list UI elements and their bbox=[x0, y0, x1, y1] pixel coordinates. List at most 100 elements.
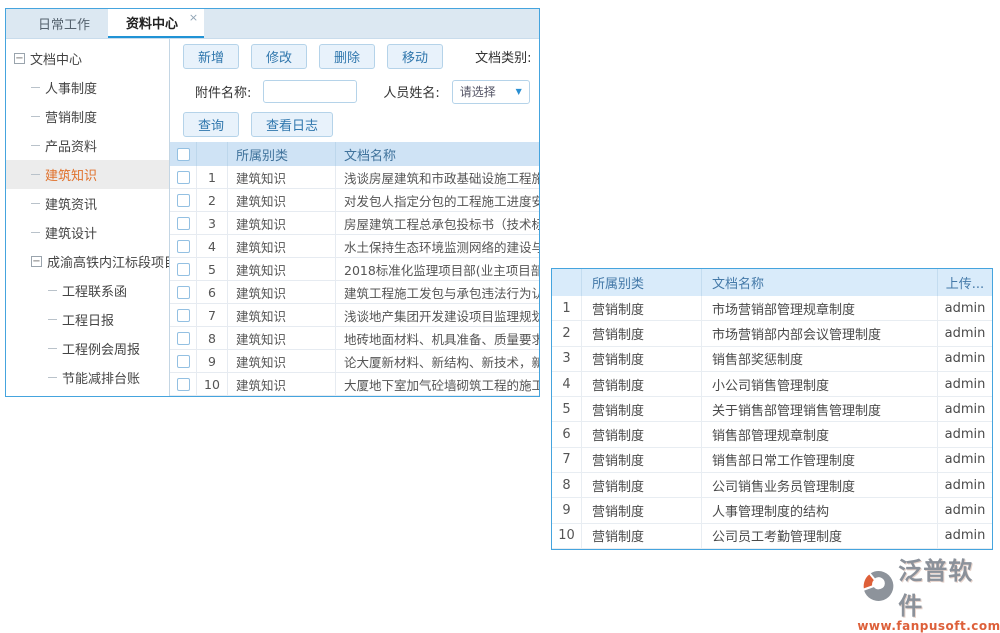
table-row[interactable]: 7 建筑知识 浅谈地产集团开发建设项目监理规划编... bbox=[170, 304, 539, 327]
tree-branch-line bbox=[31, 203, 40, 204]
row-category: 建筑知识 bbox=[228, 212, 336, 234]
row-checkbox[interactable] bbox=[177, 240, 190, 253]
close-icon[interactable]: × bbox=[189, 11, 198, 24]
row-checkbox[interactable] bbox=[177, 355, 190, 368]
table-row[interactable]: 7 营销制度 销售部日常工作管理制度 admin bbox=[552, 448, 992, 473]
row-checkbox[interactable] bbox=[177, 171, 190, 184]
expand-toggle-icon[interactable] bbox=[14, 53, 25, 64]
table-row[interactable]: 5 营销制度 关于销售部管理销售管理制度 admin bbox=[552, 397, 992, 422]
tree-item[interactable]: 产品资料 bbox=[6, 131, 169, 160]
row-docname: 浅谈地产集团开发建设项目监理规划编... bbox=[336, 304, 539, 326]
row-docname: 论大厦新材料、新结构、新技术，新工... bbox=[336, 350, 539, 372]
row-checkbox[interactable] bbox=[177, 217, 190, 230]
tree-item[interactable]: 建筑设计 bbox=[6, 218, 169, 247]
logo-text: 泛普软件 bbox=[898, 551, 996, 621]
tree-item[interactable]: 建筑资讯 bbox=[6, 189, 169, 218]
row-checkbox[interactable] bbox=[177, 263, 190, 276]
tree-item[interactable]: 分工单位工作移交 bbox=[6, 392, 169, 396]
row-checkbox[interactable] bbox=[177, 332, 190, 345]
tree-item[interactable]: 成渝高铁内江标段项目 bbox=[6, 247, 169, 276]
tree-item[interactable]: 工程日报 bbox=[6, 305, 169, 334]
tree-item-label: 工程日报 bbox=[62, 310, 114, 329]
row-category: 建筑知识 bbox=[228, 258, 336, 280]
tree-item-label: 人事制度 bbox=[45, 78, 97, 97]
row-docname: 销售部日常工作管理制度 bbox=[702, 448, 938, 472]
chevron-down-icon: ▼ bbox=[516, 87, 522, 96]
table-row[interactable]: 9 建筑知识 论大厦新材料、新结构、新技术，新工... bbox=[170, 350, 539, 373]
row-uploader: admin bbox=[938, 347, 992, 371]
row-docname: 小公司销售管理制度 bbox=[702, 372, 938, 396]
view-log-button[interactable]: 查看日志 bbox=[251, 112, 333, 137]
row-number: 5 bbox=[197, 258, 228, 280]
row-docname: 公司销售业务员管理制度 bbox=[702, 473, 938, 497]
table-row[interactable]: 6 营销制度 销售部管理规章制度 admin bbox=[552, 422, 992, 447]
row-number: 9 bbox=[197, 350, 228, 372]
marketing-documents-window: 所属别类 文档名称 上传... 1 营销制度 市场营销部管理规章制度 admin… bbox=[551, 268, 993, 550]
add-button[interactable]: 新增 bbox=[183, 44, 239, 69]
row-checkbox[interactable] bbox=[177, 286, 190, 299]
tree-item[interactable]: 节能减排台账 bbox=[6, 363, 169, 392]
table-row[interactable]: 4 营销制度 小公司销售管理制度 admin bbox=[552, 372, 992, 397]
tree-item[interactable]: 文档中心 bbox=[6, 44, 169, 73]
row-number: 4 bbox=[197, 235, 228, 257]
table-row[interactable]: 1 营销制度 市场营销部管理规章制度 admin bbox=[552, 296, 992, 321]
tree-item[interactable]: 人事制度 bbox=[6, 73, 169, 102]
table-row[interactable]: 1 建筑知识 浅谈房屋建筑和市政基础设施工程施工... bbox=[170, 166, 539, 189]
table-row[interactable]: 9 营销制度 人事管理制度的结构 admin bbox=[552, 498, 992, 523]
row-number: 10 bbox=[552, 524, 582, 548]
row-checkbox[interactable] bbox=[177, 194, 190, 207]
edit-button[interactable]: 修改 bbox=[251, 44, 307, 69]
tree-item-label: 工程例会周报 bbox=[62, 339, 140, 358]
row-number: 1 bbox=[197, 166, 228, 188]
table-row[interactable]: 5 建筑知识 2018标准化监理项目部(业主项目部)人员... bbox=[170, 258, 539, 281]
row-category: 营销制度 bbox=[582, 524, 702, 548]
fanpu-logo: 泛普软件 www.fanpusoft.com bbox=[862, 551, 996, 633]
table-row[interactable]: 8 营销制度 公司销售业务员管理制度 admin bbox=[552, 473, 992, 498]
tree-item-label: 建筑知识 bbox=[45, 165, 97, 184]
tree-item[interactable]: 工程例会周报 bbox=[6, 334, 169, 363]
row-docname: 浅谈房屋建筑和市政基础设施工程施工... bbox=[336, 166, 539, 188]
person-name-select[interactable]: 请选择 ▼ bbox=[452, 80, 530, 104]
tab-daily-work[interactable]: 日常工作 bbox=[20, 9, 108, 38]
row-checkbox[interactable] bbox=[177, 378, 190, 391]
row-category: 营销制度 bbox=[582, 422, 702, 446]
right-table-body: 1 营销制度 市场营销部管理规章制度 admin 2 营销制度 市场营销部内部会… bbox=[552, 296, 992, 549]
tab-data-center[interactable]: 资料中心 × bbox=[108, 9, 204, 38]
tree-item-label: 节能减排台账 bbox=[62, 368, 140, 387]
move-button[interactable]: 移动 bbox=[387, 44, 443, 69]
row-docname: 地砖地面材料、机具准备、质量要求及... bbox=[336, 327, 539, 349]
attachment-name-input[interactable] bbox=[263, 80, 357, 103]
row-docname: 2018标准化监理项目部(业主项目部)人员... bbox=[336, 258, 539, 280]
row-uploader: admin bbox=[938, 448, 992, 472]
tree-branch-line bbox=[31, 174, 40, 175]
tab-data-center-label: 资料中心 bbox=[126, 13, 178, 32]
person-name-label: 人员姓名: bbox=[383, 82, 439, 101]
tree-item[interactable]: 工程联系函 bbox=[6, 276, 169, 305]
tree-item[interactable]: 建筑知识 bbox=[6, 160, 169, 189]
delete-button[interactable]: 删除 bbox=[319, 44, 375, 69]
table-row[interactable]: 2 营销制度 市场营销部内部会议管理制度 admin bbox=[552, 321, 992, 346]
row-checkbox[interactable] bbox=[177, 309, 190, 322]
table-row[interactable]: 6 建筑知识 建筑工程施工发包与承包违法行为认定... bbox=[170, 281, 539, 304]
row-category: 建筑知识 bbox=[228, 166, 336, 188]
row-number: 7 bbox=[197, 304, 228, 326]
expand-toggle-icon[interactable] bbox=[31, 256, 42, 267]
table-row[interactable]: 3 营销制度 销售部奖惩制度 admin bbox=[552, 347, 992, 372]
table-row[interactable]: 3 建筑知识 房屋建筑工程总承包投标书（技术标）... bbox=[170, 212, 539, 235]
table-row[interactable]: 8 建筑知识 地砖地面材料、机具准备、质量要求及... bbox=[170, 327, 539, 350]
row-docname: 人事管理制度的结构 bbox=[702, 498, 938, 522]
fanpu-logo-icon bbox=[862, 569, 895, 603]
table-row[interactable]: 10 营销制度 公司员工考勤管理制度 admin bbox=[552, 524, 992, 549]
action-row: 查询 查看日志 bbox=[170, 109, 539, 140]
table-row[interactable]: 10 建筑知识 大厦地下室加气砼墙砌筑工程的施工方... bbox=[170, 373, 539, 396]
row-category: 营销制度 bbox=[582, 372, 702, 396]
table-row[interactable]: 2 建筑知识 对发包人指定分包的工程施工进度安排... bbox=[170, 189, 539, 212]
tree-branch-line bbox=[31, 232, 40, 233]
query-button[interactable]: 查询 bbox=[183, 112, 239, 137]
tree-branch-line bbox=[48, 290, 57, 291]
tree-item[interactable]: 营销制度 bbox=[6, 102, 169, 131]
select-all-checkbox[interactable] bbox=[177, 148, 190, 161]
table-row[interactable]: 4 建筑知识 水土保持生态环境监测网络的建设与资... bbox=[170, 235, 539, 258]
row-number: 7 bbox=[552, 448, 582, 472]
row-number: 4 bbox=[552, 372, 582, 396]
